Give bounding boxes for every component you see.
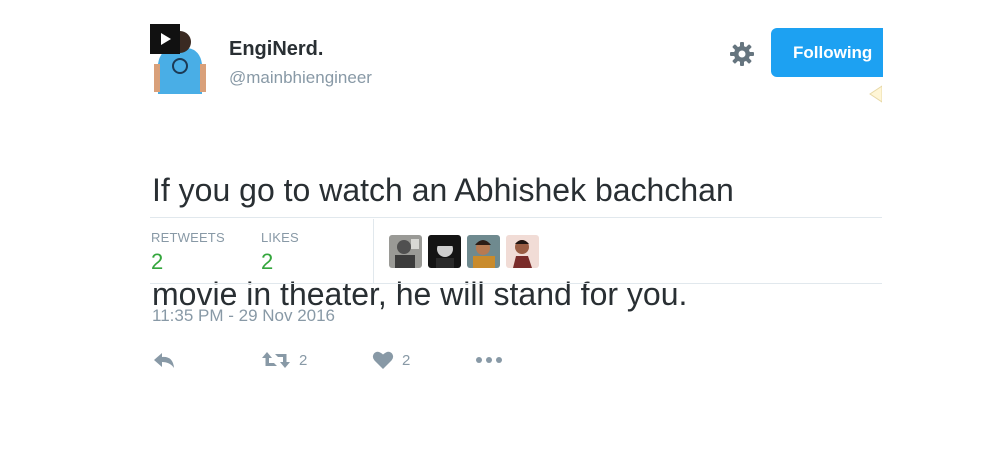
- likes-label: LIKES: [261, 230, 299, 245]
- tooltip-arrow: [868, 82, 883, 104]
- retweet-button[interactable]: 2: [261, 348, 307, 372]
- like-count: 2: [402, 351, 411, 369]
- gear-icon[interactable]: [728, 40, 756, 68]
- divider: [150, 283, 882, 284]
- tweet-text-line: If you go to watch an Abhishek bachchan: [152, 172, 734, 208]
- liker-avatar[interactable]: [467, 235, 500, 268]
- reply-button[interactable]: [152, 348, 176, 372]
- liker-avatars: [389, 235, 539, 269]
- liker-avatar[interactable]: [428, 235, 461, 268]
- liker-avatar[interactable]: [506, 235, 539, 268]
- retweet-icon: [262, 352, 290, 368]
- heart-icon: [372, 351, 394, 369]
- retweets-count[interactable]: 2: [151, 249, 163, 275]
- like-button[interactable]: 2: [372, 348, 410, 372]
- following-button[interactable]: Following: [771, 28, 883, 77]
- divider: [150, 217, 882, 218]
- more-icon: [476, 357, 502, 363]
- avatar[interactable]: [150, 24, 210, 94]
- liker-avatar[interactable]: [389, 235, 422, 268]
- display-name[interactable]: EngiNerd.: [229, 38, 323, 61]
- divider-vertical: [373, 219, 374, 283]
- likes-count[interactable]: 2: [261, 249, 273, 275]
- retweet-count: 2: [299, 351, 308, 369]
- play-icon[interactable]: [150, 24, 180, 54]
- tweet-timestamp[interactable]: 11:35 PM - 29 Nov 2016: [152, 306, 335, 326]
- reply-icon: [154, 353, 174, 368]
- more-button[interactable]: [475, 348, 503, 372]
- user-handle[interactable]: @mainbhiengineer: [229, 68, 372, 88]
- retweets-label: RETWEETS: [151, 230, 225, 245]
